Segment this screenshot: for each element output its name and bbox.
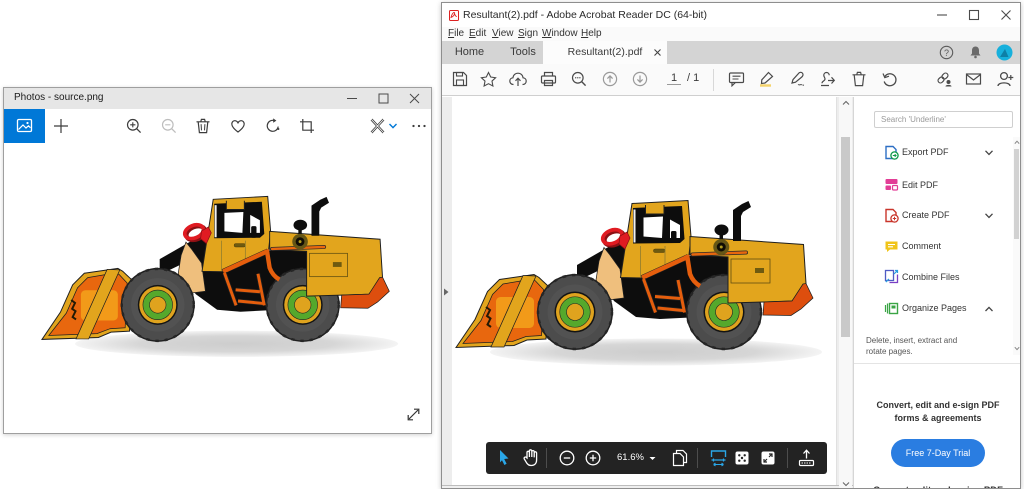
- svg-text:?: ?: [944, 48, 949, 58]
